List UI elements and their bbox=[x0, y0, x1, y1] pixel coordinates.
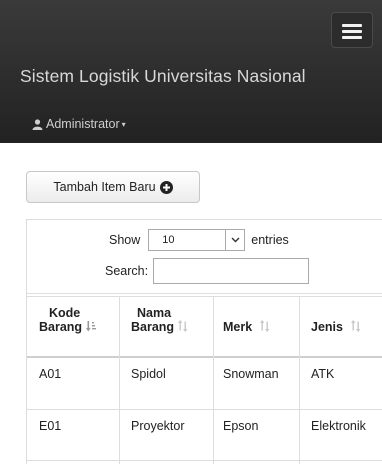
search-label: Search: bbox=[105, 264, 149, 278]
table-cell-merk: Epson bbox=[223, 419, 259, 433]
hamburger-icon bbox=[342, 24, 362, 27]
table-top-border-inner bbox=[27, 296, 382, 297]
column-header-merk[interactable]: Merk bbox=[223, 320, 270, 334]
column-divider bbox=[299, 296, 300, 464]
header-label: Merk bbox=[223, 320, 253, 334]
table-cell-nama: Proyektor bbox=[131, 419, 185, 433]
sort-both-icon bbox=[260, 320, 270, 332]
plus-circle-icon bbox=[159, 180, 173, 194]
table-cell-kode: A01 bbox=[39, 367, 62, 381]
sort-both-icon bbox=[178, 320, 188, 332]
brand-title[interactable]: Sistem Logistik Universitas Nasional bbox=[20, 66, 306, 87]
user-name: Administrator bbox=[46, 117, 120, 131]
table-row-divider bbox=[27, 460, 382, 461]
search-input[interactable] bbox=[153, 258, 310, 284]
hamburger-icon-bar-2 bbox=[342, 30, 362, 33]
table-cell-kode: E01 bbox=[39, 419, 62, 433]
chevron-down-icon bbox=[225, 230, 244, 250]
table-cell-nama: Spidol bbox=[131, 367, 166, 381]
caret-down-icon: ▾ bbox=[121, 119, 126, 129]
column-divider bbox=[119, 296, 120, 464]
header-line2: Barang bbox=[131, 320, 175, 334]
header-line1: Nama bbox=[137, 306, 172, 320]
table-cell-jenis: Elektronik bbox=[311, 419, 366, 433]
entries-label: entries bbox=[251, 233, 289, 247]
table-cell-merk: Snowman bbox=[223, 367, 279, 381]
add-item-button[interactable]: Tambah Item Baru bbox=[26, 171, 200, 203]
navbar: Sistem Logistik Universitas Nasional Adm… bbox=[0, 0, 382, 143]
header-label: Jenis bbox=[311, 320, 343, 334]
sort-ascending-icon bbox=[86, 321, 97, 332]
header-line2: Barang bbox=[39, 320, 83, 334]
table-top-border bbox=[27, 293, 382, 294]
entries-select[interactable]: 10 bbox=[148, 229, 246, 251]
add-item-label: Tambah Item Baru bbox=[53, 180, 156, 194]
user-dropdown[interactable]: Administrator ▾ bbox=[32, 117, 126, 131]
table-cell-jenis: ATK bbox=[311, 367, 335, 381]
search-control: Search: bbox=[105, 258, 310, 284]
user-icon bbox=[32, 118, 43, 130]
data-table-panel: Show 10 entries Search: Kode Barang Nama bbox=[26, 219, 382, 464]
sort-both-icon bbox=[350, 320, 361, 332]
table-header-border bbox=[27, 356, 382, 358]
column-header-jenis[interactable]: Jenis bbox=[311, 320, 361, 334]
show-label: Show bbox=[109, 233, 141, 247]
column-divider bbox=[213, 296, 214, 464]
hamburger-icon-bar-3 bbox=[342, 36, 362, 39]
menu-toggle-button[interactable] bbox=[331, 12, 373, 48]
entries-length-control: Show 10 entries bbox=[109, 229, 289, 251]
column-header-kode-barang[interactable]: Kode Barang bbox=[39, 306, 97, 334]
table-row-divider bbox=[27, 409, 382, 410]
header-line1: Kode bbox=[49, 306, 81, 320]
entries-select-value: 10 bbox=[162, 234, 175, 246]
column-header-nama-barang[interactable]: Nama Barang bbox=[131, 306, 188, 334]
